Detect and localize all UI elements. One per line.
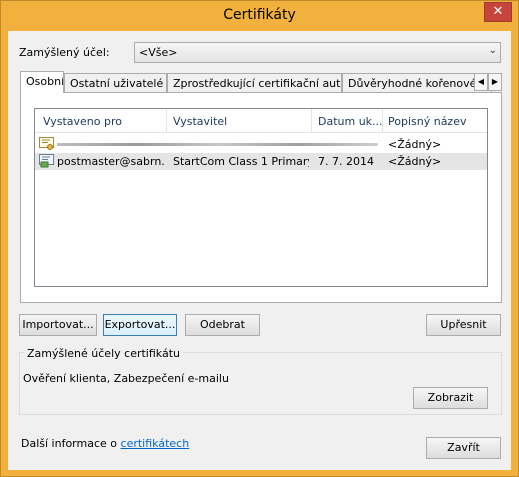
title-bar[interactable]: Certifikáty ✕ bbox=[1, 1, 518, 31]
certificate-icon bbox=[39, 137, 54, 150]
tab-intermediate-cas[interactable]: Zprostředkující certifikační autority bbox=[167, 73, 342, 93]
chevron-down-icon: ⌄ bbox=[488, 45, 497, 56]
purpose-label: Zamýšlený účel: bbox=[19, 46, 110, 59]
purposes-group-title: Zamýšlené účely certifikátu bbox=[24, 347, 183, 360]
list-header: Vystaveno pro Vystavitel Datum uk... Pop… bbox=[35, 109, 487, 133]
tab-scroll-buttons: ◀ ▶ bbox=[474, 73, 502, 91]
tab-trusted-root-cas[interactable]: Důvěryhodné kořenové ce bbox=[342, 73, 492, 93]
close-button[interactable]: Zavřít bbox=[426, 437, 501, 459]
advanced-button[interactable]: Upřesnit bbox=[426, 314, 501, 336]
certificates-help-link[interactable]: certifikátech bbox=[121, 437, 190, 450]
more-info-text: Další informace o certifikátech bbox=[21, 437, 189, 450]
certificate-list[interactable]: Vystaveno pro Vystavitel Datum uk... Pop… bbox=[34, 108, 488, 287]
column-friendly-name[interactable]: Popisný název bbox=[388, 115, 466, 128]
export-button[interactable]: Exportovat... bbox=[103, 314, 177, 336]
column-issued-to[interactable]: Vystaveno pro bbox=[43, 115, 122, 128]
certificates-dialog: Certifikáty ✕ Zamýšlený účel: <Vše> ⌄ Os… bbox=[0, 0, 519, 477]
cell-issuer: StartCom Class 1 Primary... bbox=[173, 155, 309, 168]
column-expiration[interactable]: Datum uk... bbox=[318, 115, 383, 128]
column-divider[interactable] bbox=[311, 109, 312, 133]
close-window-button[interactable]: ✕ bbox=[484, 2, 512, 22]
purpose-dropdown[interactable]: <Vše> ⌄ bbox=[134, 42, 501, 63]
tab-other-people[interactable]: Ostatní uživatelé bbox=[64, 73, 167, 93]
column-issuer[interactable]: Vystavitel bbox=[173, 115, 227, 128]
cell-friendly-name: <Žádný> bbox=[388, 138, 442, 151]
table-row[interactable]: postmaster@sabrn... StartCom Class 1 Pri… bbox=[35, 153, 487, 170]
column-divider[interactable] bbox=[166, 109, 167, 133]
remove-button[interactable]: Odebrat bbox=[185, 314, 260, 336]
purposes-value: Ověření klienta, Zabezpečení e-mailu bbox=[23, 372, 229, 385]
scroll-left-icon[interactable]: ◀ bbox=[474, 73, 488, 91]
more-info-prefix: Další informace o bbox=[21, 437, 121, 450]
cell-friendly-name: <Žádný> bbox=[388, 155, 442, 168]
table-row[interactable]: <Žádný> bbox=[35, 136, 487, 153]
view-button[interactable]: Zobrazit bbox=[413, 387, 488, 409]
tab-strip: Osobní Ostatní uživatelé Zprostředkující… bbox=[20, 71, 500, 93]
purpose-selected-value: <Vše> bbox=[139, 46, 178, 59]
tab-panel: Vystaveno pro Vystavitel Datum uk... Pop… bbox=[20, 92, 502, 303]
redacted-text bbox=[57, 143, 378, 146]
cell-issued-to: postmaster@sabrn... bbox=[57, 155, 164, 168]
cell-expiration: 7. 7. 2014 bbox=[318, 155, 374, 168]
column-divider[interactable] bbox=[382, 109, 383, 133]
scroll-right-icon[interactable]: ▶ bbox=[488, 73, 502, 91]
window-title: Certifikáty bbox=[223, 7, 296, 23]
import-button[interactable]: Importovat... bbox=[19, 314, 97, 336]
dialog-body: Zamýšlený účel: <Vše> ⌄ Osobní Ostatní u… bbox=[8, 31, 511, 470]
certificate-key-icon bbox=[39, 154, 54, 168]
tab-personal[interactable]: Osobní bbox=[20, 71, 64, 93]
